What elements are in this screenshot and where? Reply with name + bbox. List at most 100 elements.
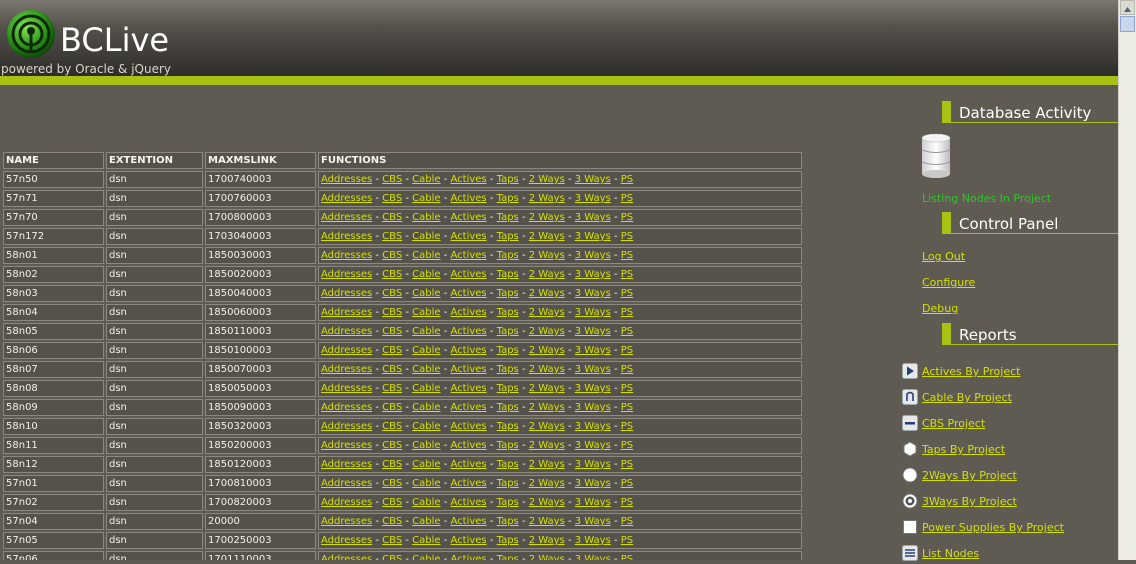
function-link-addresses[interactable]: Addresses bbox=[321, 212, 372, 223]
function-link-actives[interactable]: Actives bbox=[451, 345, 487, 356]
function-link-cbs[interactable]: CBS bbox=[382, 535, 402, 546]
function-link-actives[interactable]: Actives bbox=[451, 440, 487, 451]
function-link-cable[interactable]: Cable bbox=[412, 459, 440, 470]
function-link-cable[interactable]: Cable bbox=[412, 421, 440, 432]
function-link-taps[interactable]: Taps bbox=[497, 421, 519, 432]
function-link-cable[interactable]: Cable bbox=[412, 212, 440, 223]
function-link-3-ways[interactable]: 3 Ways bbox=[575, 250, 611, 261]
function-link-cbs[interactable]: CBS bbox=[382, 364, 402, 375]
function-link-cbs[interactable]: CBS bbox=[382, 440, 402, 451]
function-link-ps[interactable]: PS bbox=[621, 364, 633, 375]
function-link-actives[interactable]: Actives bbox=[451, 307, 487, 318]
function-link-actives[interactable]: Actives bbox=[451, 250, 487, 261]
function-link-3-ways[interactable]: 3 Ways bbox=[575, 212, 611, 223]
function-link-ps[interactable]: PS bbox=[621, 193, 633, 204]
function-link-taps[interactable]: Taps bbox=[497, 554, 519, 560]
report-label[interactable]: 2Ways By Project bbox=[922, 469, 1017, 482]
function-link-ps[interactable]: PS bbox=[621, 421, 633, 432]
function-link-ps[interactable]: PS bbox=[621, 288, 633, 299]
function-link-3-ways[interactable]: 3 Ways bbox=[575, 383, 611, 394]
report-power-supplies-by-project[interactable]: Power Supplies By Project bbox=[902, 518, 1102, 538]
report-taps-by-project[interactable]: Taps By Project bbox=[902, 440, 1102, 460]
function-link-ps[interactable]: PS bbox=[621, 497, 633, 508]
function-link-cable[interactable]: Cable bbox=[412, 345, 440, 356]
function-link-ps[interactable]: PS bbox=[621, 478, 633, 489]
function-link-2-ways[interactable]: 2 Ways bbox=[529, 535, 565, 546]
function-link-taps[interactable]: Taps bbox=[497, 383, 519, 394]
function-link-addresses[interactable]: Addresses bbox=[321, 402, 372, 413]
function-link-3-ways[interactable]: 3 Ways bbox=[575, 516, 611, 527]
report-label[interactable]: 3Ways By Project bbox=[922, 495, 1017, 508]
function-link-ps[interactable]: PS bbox=[621, 212, 633, 223]
function-link-2-ways[interactable]: 2 Ways bbox=[529, 174, 565, 185]
function-link-ps[interactable]: PS bbox=[621, 459, 633, 470]
function-link-cbs[interactable]: CBS bbox=[382, 497, 402, 508]
configure-link[interactable]: Configure bbox=[922, 276, 975, 289]
function-link-cable[interactable]: Cable bbox=[412, 193, 440, 204]
function-link-2-ways[interactable]: 2 Ways bbox=[529, 345, 565, 356]
function-link-addresses[interactable]: Addresses bbox=[321, 459, 372, 470]
function-link-cbs[interactable]: CBS bbox=[382, 269, 402, 280]
function-link-cable[interactable]: Cable bbox=[412, 231, 440, 242]
function-link-3-ways[interactable]: 3 Ways bbox=[575, 364, 611, 375]
function-link-addresses[interactable]: Addresses bbox=[321, 345, 372, 356]
function-link-2-ways[interactable]: 2 Ways bbox=[529, 326, 565, 337]
function-link-actives[interactable]: Actives bbox=[451, 231, 487, 242]
function-link-2-ways[interactable]: 2 Ways bbox=[529, 421, 565, 432]
function-link-cable[interactable]: Cable bbox=[412, 516, 440, 527]
report-label[interactable]: CBS Project bbox=[922, 417, 985, 430]
function-link-3-ways[interactable]: 3 Ways bbox=[575, 554, 611, 560]
function-link-cable[interactable]: Cable bbox=[412, 478, 440, 489]
function-link-actives[interactable]: Actives bbox=[451, 326, 487, 337]
function-link-2-ways[interactable]: 2 Ways bbox=[529, 402, 565, 413]
function-link-taps[interactable]: Taps bbox=[497, 288, 519, 299]
function-link-2-ways[interactable]: 2 Ways bbox=[529, 440, 565, 451]
function-link-ps[interactable]: PS bbox=[621, 326, 633, 337]
function-link-actives[interactable]: Actives bbox=[451, 269, 487, 280]
function-link-actives[interactable]: Actives bbox=[451, 402, 487, 413]
report-label[interactable]: Taps By Project bbox=[922, 443, 1005, 456]
function-link-actives[interactable]: Actives bbox=[451, 421, 487, 432]
function-link-2-ways[interactable]: 2 Ways bbox=[529, 383, 565, 394]
function-link-taps[interactable]: Taps bbox=[497, 231, 519, 242]
function-link-ps[interactable]: PS bbox=[621, 345, 633, 356]
function-link-cable[interactable]: Cable bbox=[412, 174, 440, 185]
function-link-3-ways[interactable]: 3 Ways bbox=[575, 402, 611, 413]
function-link-cbs[interactable]: CBS bbox=[382, 421, 402, 432]
function-link-addresses[interactable]: Addresses bbox=[321, 174, 372, 185]
function-link-taps[interactable]: Taps bbox=[497, 478, 519, 489]
log-out-link[interactable]: Log Out bbox=[922, 250, 965, 263]
function-link-addresses[interactable]: Addresses bbox=[321, 554, 372, 560]
report-2ways-by-project[interactable]: 2Ways By Project bbox=[902, 466, 1102, 486]
function-link-2-ways[interactable]: 2 Ways bbox=[529, 288, 565, 299]
report-cable-by-project[interactable]: Cable By Project bbox=[902, 388, 1102, 408]
function-link-cbs[interactable]: CBS bbox=[382, 174, 402, 185]
function-link-3-ways[interactable]: 3 Ways bbox=[575, 288, 611, 299]
function-link-actives[interactable]: Actives bbox=[451, 554, 487, 560]
function-link-taps[interactable]: Taps bbox=[497, 174, 519, 185]
report-list-nodes[interactable]: List Nodes bbox=[902, 544, 1102, 564]
function-link-ps[interactable]: PS bbox=[621, 516, 633, 527]
function-link-taps[interactable]: Taps bbox=[497, 269, 519, 280]
function-link-2-ways[interactable]: 2 Ways bbox=[529, 459, 565, 470]
function-link-3-ways[interactable]: 3 Ways bbox=[575, 421, 611, 432]
function-link-cbs[interactable]: CBS bbox=[382, 478, 402, 489]
function-link-cbs[interactable]: CBS bbox=[382, 326, 402, 337]
function-link-cbs[interactable]: CBS bbox=[382, 459, 402, 470]
function-link-taps[interactable]: Taps bbox=[497, 535, 519, 546]
function-link-cable[interactable]: Cable bbox=[412, 364, 440, 375]
function-link-2-ways[interactable]: 2 Ways bbox=[529, 212, 565, 223]
function-link-ps[interactable]: PS bbox=[621, 231, 633, 242]
function-link-taps[interactable]: Taps bbox=[497, 212, 519, 223]
function-link-addresses[interactable]: Addresses bbox=[321, 307, 372, 318]
function-link-addresses[interactable]: Addresses bbox=[321, 269, 372, 280]
function-link-3-ways[interactable]: 3 Ways bbox=[575, 326, 611, 337]
function-link-actives[interactable]: Actives bbox=[451, 535, 487, 546]
report-label[interactable]: Cable By Project bbox=[922, 391, 1012, 404]
function-link-addresses[interactable]: Addresses bbox=[321, 364, 372, 375]
function-link-ps[interactable]: PS bbox=[621, 269, 633, 280]
function-link-actives[interactable]: Actives bbox=[451, 459, 487, 470]
function-link-cable[interactable]: Cable bbox=[412, 554, 440, 560]
function-link-taps[interactable]: Taps bbox=[497, 516, 519, 527]
function-link-addresses[interactable]: Addresses bbox=[321, 288, 372, 299]
